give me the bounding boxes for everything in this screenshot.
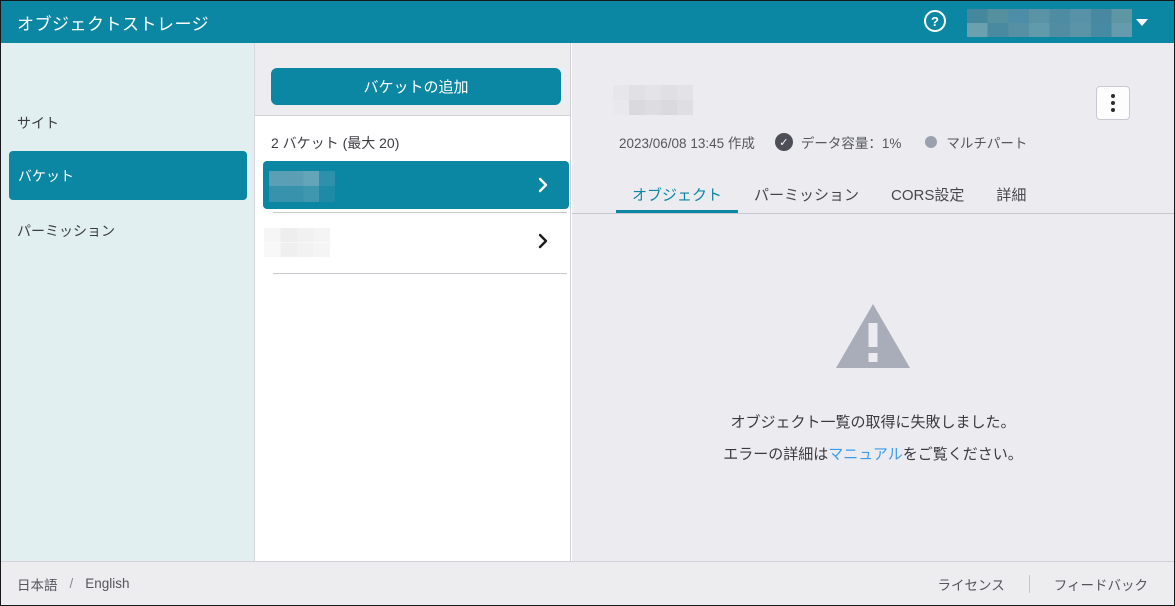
footer-links: ライセンス フィードバック <box>938 574 1148 594</box>
error-line-2: エラーの詳細はマニュアルをご覧ください。 <box>572 445 1174 465</box>
check-circle-icon: ✓ <box>775 133 793 151</box>
tab-cors[interactable]: CORS設定 <box>875 181 980 213</box>
bucket-list-item[interactable] <box>263 215 569 267</box>
license-link[interactable]: ライセンス <box>938 574 1005 594</box>
footer-divider <box>1029 575 1030 593</box>
error-line-1: オブジェクト一覧の取得に失敗しました。 <box>572 413 1174 433</box>
bucket-list-item-selected[interactable] <box>263 161 569 209</box>
lang-english-link[interactable]: English <box>85 576 129 591</box>
redacted-bucket-name <box>264 228 330 257</box>
account-menu-button[interactable] <box>1128 1 1148 43</box>
add-bucket-button[interactable]: バケットの追加 <box>271 68 561 105</box>
object-storage-window: オブジェクトストレージ ? サイト バケット パーミッション バケットの追加 2… <box>0 0 1175 606</box>
manual-link[interactable]: マニュアル <box>828 446 903 463</box>
data-capacity-label: データ容量：1% <box>801 132 902 152</box>
status-dot-icon <box>925 136 937 148</box>
lang-separator: / <box>70 576 74 591</box>
warning-triangle-icon <box>835 303 911 369</box>
sidebar-item-label: サイト <box>17 113 59 133</box>
help-icon[interactable]: ? <box>924 10 946 32</box>
bucket-list-panel: バケットの追加 2 バケット (最大 20) <box>255 43 571 561</box>
tab-objects[interactable]: オブジェクト <box>616 181 738 213</box>
error-message-box: オブジェクト一覧の取得に失敗しました。 エラーの詳細はマニュアルをご覧ください。 <box>572 303 1174 477</box>
bucket-count-label: 2 バケット (最大 20) <box>271 133 399 153</box>
page-title: オブジェクトストレージ <box>17 10 209 35</box>
app-footer: 日本語 / English ライセンス フィードバック <box>1 561 1174 605</box>
lang-japanese-link[interactable]: 日本語 <box>17 574 58 594</box>
sidebar-item-label: バケット <box>18 166 74 186</box>
multipart-label: マルチパート <box>946 132 1027 152</box>
sidebar-item-label: パーミッション <box>17 221 115 241</box>
sidebar: サイト バケット パーミッション <box>1 43 255 561</box>
created-date-label: 2023/06/08 13:45 作成 <box>619 132 755 152</box>
kebab-menu-icon[interactable] <box>1096 86 1130 120</box>
chevron-right-icon <box>537 177 549 193</box>
list-divider <box>273 212 567 213</box>
bucket-list-toolbar: バケットの追加 <box>255 43 570 116</box>
detail-tabs: オブジェクト パーミッション CORS設定 詳細 <box>616 181 1042 213</box>
bucket-meta-row: 2023/06/08 13:45 作成 ✓ データ容量：1% マルチパート <box>619 133 1027 151</box>
chevron-right-icon <box>537 233 549 249</box>
redacted-bucket-name <box>269 171 335 202</box>
tab-details[interactable]: 詳細 <box>980 181 1042 213</box>
sidebar-item-bucket[interactable]: バケット <box>9 151 247 200</box>
sidebar-item-site[interactable]: サイト <box>1 103 254 143</box>
tabs-bottom-border <box>572 213 1174 214</box>
language-switcher: 日本語 / English <box>17 574 130 594</box>
redacted-bucket-title <box>613 85 693 115</box>
app-header: オブジェクトストレージ ? <box>1 1 1174 43</box>
chevron-down-icon <box>1136 19 1148 26</box>
tab-permission[interactable]: パーミッション <box>738 181 875 213</box>
feedback-link[interactable]: フィードバック <box>1054 574 1148 594</box>
list-divider <box>273 273 567 274</box>
redacted-account-name <box>967 9 1132 37</box>
sidebar-item-permission[interactable]: パーミッション <box>1 211 254 251</box>
bucket-detail-panel: 2023/06/08 13:45 作成 ✓ データ容量：1% マルチパート オブ… <box>572 43 1174 561</box>
